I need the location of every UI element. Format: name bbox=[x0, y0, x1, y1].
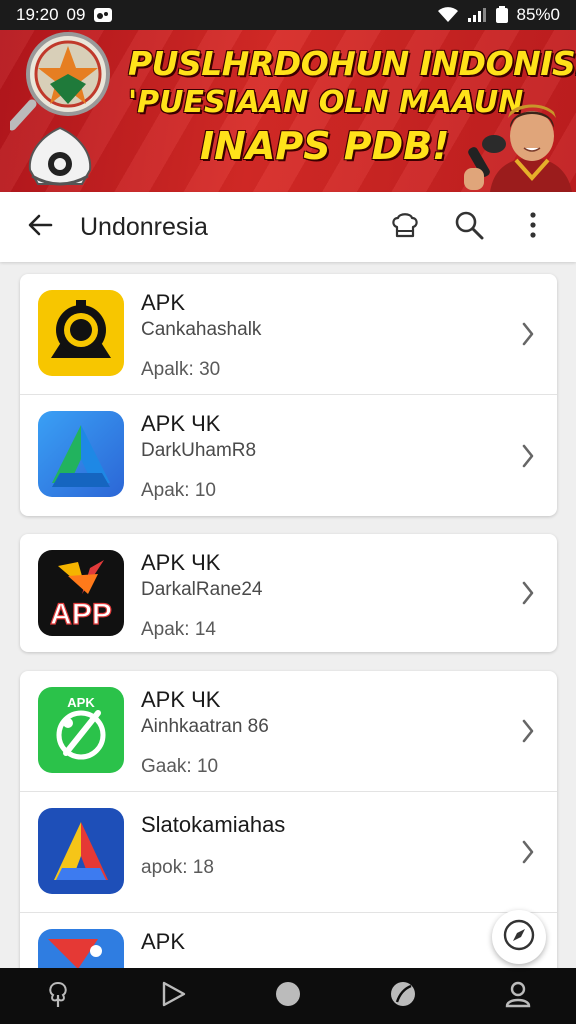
list-item[interactable]: APK Cankahashalk Apalk: 30 bbox=[20, 274, 557, 395]
nav-tree[interactable] bbox=[28, 968, 88, 1024]
app-title: APK ЧK bbox=[141, 687, 221, 712]
page-title: Undonresia bbox=[80, 212, 208, 241]
blue-a-app-icon bbox=[38, 808, 124, 894]
battery-text: 85%0 bbox=[516, 5, 560, 24]
app-meta: apok: 18 bbox=[141, 857, 214, 878]
signal-icon bbox=[467, 7, 487, 23]
red-app-icon bbox=[38, 929, 124, 968]
app-title: APK ЧK bbox=[141, 550, 221, 575]
list-item-text: APK ЧK DarkUhamR8 Apak: 10 bbox=[141, 411, 517, 503]
chevron-right-icon bbox=[521, 321, 535, 352]
app-title: APK bbox=[141, 290, 186, 315]
nav-play[interactable] bbox=[143, 968, 203, 1024]
magnifier-logo-icon bbox=[7, 32, 122, 137]
battery-icon bbox=[495, 6, 509, 24]
leaf-icon bbox=[389, 980, 417, 1013]
status-left: 19:20 09 bbox=[16, 5, 113, 25]
list-item-text: APK ЧK Ainhkaatran 86 Gaak: 10 bbox=[141, 687, 517, 779]
chevron-right-icon bbox=[521, 580, 535, 611]
nav-home[interactable] bbox=[258, 968, 318, 1024]
status-time: 19:20 bbox=[16, 5, 59, 24]
status-bar: 19:20 09 85%0 bbox=[0, 0, 576, 30]
app-meta: Apalk: 30 bbox=[141, 359, 221, 380]
more-button[interactable] bbox=[504, 198, 562, 256]
app-meta: Gaak: 10 bbox=[141, 756, 219, 777]
chef-button[interactable] bbox=[376, 198, 434, 256]
yellow-wheel-app-icon bbox=[38, 290, 124, 376]
list-item[interactable]: APK ЧK DarkUhamR8 Apak: 10 bbox=[20, 395, 557, 516]
promo-banner[interactable]: PUSLHRDOHUN INDONISIA 'PUESIAAN OLN MAAU… bbox=[0, 30, 576, 192]
banner-line-1: PUSLHRDOHUN INDONISIA bbox=[128, 44, 576, 83]
search-icon bbox=[454, 210, 484, 245]
status-left-text: 09 bbox=[66, 5, 86, 24]
green-apk-app-icon: APK bbox=[38, 687, 124, 773]
app-title: APK ЧK bbox=[141, 411, 221, 436]
chevron-right-icon bbox=[521, 443, 535, 474]
tree-icon bbox=[44, 980, 72, 1013]
list-item-text: Slatokamiahas apok: 18 bbox=[141, 808, 517, 880]
back-arrow-icon bbox=[27, 212, 53, 243]
app-icon-text: APK bbox=[67, 695, 95, 710]
app-subtitle: DarkUhamR8 bbox=[141, 440, 257, 461]
chef-hat-icon bbox=[390, 210, 420, 245]
blue-green-a-app-icon bbox=[38, 411, 124, 497]
cast-icon bbox=[93, 7, 113, 23]
app-title: APK bbox=[141, 929, 186, 954]
compass-icon bbox=[502, 918, 536, 957]
bottom-nav bbox=[0, 968, 576, 1024]
app-title: Slatokamiahas bbox=[141, 812, 286, 837]
screen: 19:20 09 85%0 PUSLHRDOHUN INDONISIA 'PUE… bbox=[0, 0, 576, 1024]
chevron-right-icon bbox=[521, 839, 535, 870]
status-right: 85%0 bbox=[437, 5, 560, 25]
back-button[interactable] bbox=[0, 192, 80, 262]
list-item-text: APK ЧK DarkalRane24 Apak: 14 bbox=[141, 550, 517, 642]
list-item[interactable]: APK bbox=[20, 913, 557, 968]
app-card: APK APK ЧK Ainhkaatran 86 Gaak: 10 Slato… bbox=[20, 671, 557, 968]
nav-leaf[interactable] bbox=[373, 968, 433, 1024]
app-subtitle: Ainhkaatran 86 bbox=[141, 716, 269, 737]
list-item[interactable]: Slatokamiahas apok: 18 bbox=[20, 792, 557, 913]
app-meta: Apak: 10 bbox=[141, 480, 216, 501]
app-subtitle: Cankahashalk bbox=[141, 319, 262, 340]
profile-icon bbox=[504, 980, 532, 1013]
black-app-app-icon: APP bbox=[38, 550, 124, 636]
play-icon bbox=[159, 980, 187, 1013]
chevron-right-icon bbox=[521, 718, 535, 749]
app-meta: Apak: 14 bbox=[141, 619, 216, 640]
list-item-text: APK Cankahashalk Apalk: 30 bbox=[141, 290, 517, 382]
list-item-text: APK bbox=[141, 929, 517, 955]
nav-profile[interactable] bbox=[488, 968, 548, 1024]
emblem-icon bbox=[22, 126, 98, 192]
wifi-icon bbox=[437, 7, 459, 23]
app-bar: Undonresia bbox=[0, 192, 576, 262]
singer-illustration bbox=[454, 100, 572, 192]
app-icon-text: APP bbox=[50, 598, 112, 631]
list-item[interactable]: APP APK ЧK DarkalRane24 Apak: 14 bbox=[20, 534, 557, 652]
more-vert-icon bbox=[529, 211, 537, 243]
list-item[interactable]: APK APK ЧK Ainhkaatran 86 Gaak: 10 bbox=[20, 671, 557, 792]
app-subtitle: DarkalRane24 bbox=[141, 579, 263, 600]
compass-button[interactable] bbox=[492, 910, 546, 964]
app-list: APK Cankahashalk Apalk: 30 APK ЧK DarkUh… bbox=[0, 262, 576, 968]
app-bar-actions bbox=[376, 198, 576, 256]
home-circle-icon bbox=[274, 980, 302, 1013]
app-card: APK Cankahashalk Apalk: 30 APK ЧK DarkUh… bbox=[20, 274, 557, 516]
search-button[interactable] bbox=[440, 198, 498, 256]
app-card: APP APK ЧK DarkalRane24 Apak: 14 bbox=[20, 534, 557, 652]
